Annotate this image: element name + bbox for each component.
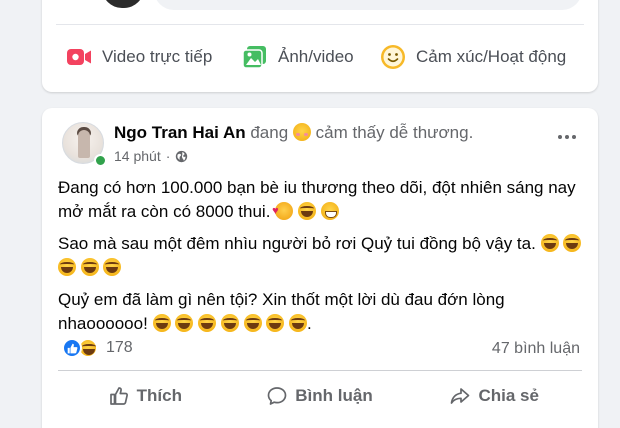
post-header: Ngo Tran Hai An đang cảm thấy dễ thương. xyxy=(114,123,473,143)
author-name[interactable]: Ngo Tran Hai An xyxy=(114,123,246,142)
laughing-emoji-icon xyxy=(243,314,262,332)
laughing-emoji-icon xyxy=(266,314,285,332)
laughing-emoji-icon xyxy=(220,314,239,332)
live-video-button[interactable]: Video trực tiếp xyxy=(66,38,212,76)
post-body: Đang có hơn 100.000 bạn bè iu thương the… xyxy=(58,176,582,344)
post-actions: Thích Bình luận Chia sẻ xyxy=(58,378,582,414)
comment-bubble-icon xyxy=(267,386,287,406)
live-video-label: Video trực tiếp xyxy=(102,47,213,66)
thumbs-up-icon xyxy=(109,386,129,406)
feed-post: Ngo Tran Hai An đang cảm thấy dễ thương.… xyxy=(42,108,598,428)
like-label: Thích xyxy=(136,386,182,405)
composer-divider xyxy=(56,24,584,25)
online-status-dot xyxy=(94,154,107,167)
like-reaction-icon xyxy=(62,338,82,358)
love-face-emoji-icon xyxy=(272,199,294,223)
post-paragraph: Quỷ em đã làm gì nên tội? Xin thốt một l… xyxy=(58,290,505,333)
composer-avatar[interactable] xyxy=(102,0,144,8)
feeling-activity-label: Cảm xúc/Hoạt động xyxy=(416,47,567,66)
photo-video-label: Ảnh/video xyxy=(278,47,354,66)
comment-label: Bình luận xyxy=(295,386,373,405)
reaction-summary[interactable]: 178 xyxy=(62,338,133,358)
feeling-activity-button[interactable]: Cảm xúc/Hoạt động xyxy=(380,38,566,76)
laughing-emoji-icon xyxy=(288,314,307,332)
laughing-emoji-icon xyxy=(103,258,122,276)
feeling-icon xyxy=(380,44,406,70)
laughing-emoji-icon xyxy=(175,314,194,332)
share-arrow-icon xyxy=(450,386,470,406)
post-time[interactable]: 14 phút xyxy=(114,148,161,164)
feeling-text[interactable]: cảm thấy dễ thương. xyxy=(316,123,474,142)
post-paragraph: Sao mà sau một đêm nhìu người bỏ rơi Quỷ… xyxy=(58,232,582,280)
comment-count[interactable]: 47 bình luận xyxy=(492,340,580,358)
post-paragraph: Đang có hơn 100.000 bạn bè iu thương the… xyxy=(58,176,582,224)
laughing-emoji-icon xyxy=(80,258,99,276)
post-more-options-button[interactable] xyxy=(552,122,582,152)
grinning-emoji-icon xyxy=(320,202,339,220)
reaction-count: 178 xyxy=(106,339,133,356)
share-label: Chia sẻ xyxy=(478,386,539,405)
laughing-emoji-icon xyxy=(297,202,316,220)
photo-video-button[interactable]: Ảnh/video xyxy=(242,38,354,76)
live-video-icon xyxy=(66,44,92,70)
comment-button[interactable]: Bình luận xyxy=(233,378,408,414)
globe-icon[interactable] xyxy=(175,150,188,163)
like-button[interactable]: Thích xyxy=(58,378,233,414)
feeling-prefix: đang xyxy=(250,123,289,142)
post-divider xyxy=(58,370,582,371)
composer-input[interactable] xyxy=(154,0,582,10)
post-meta: 14 phút · xyxy=(114,148,188,164)
laughing-emoji-icon xyxy=(152,314,171,332)
post-composer: Video trực tiếp Ảnh/video Cảm xúc/Hoạt đ… xyxy=(42,0,598,92)
laughing-emoji-icon xyxy=(563,234,582,252)
share-button[interactable]: Chia sẻ xyxy=(407,378,582,414)
meta-separator: · xyxy=(165,148,171,164)
laughing-emoji-icon xyxy=(58,258,76,276)
laughing-emoji-icon xyxy=(198,314,217,332)
cute-emoji-icon xyxy=(292,123,311,141)
composer-actions: Video trực tiếp Ảnh/video Cảm xúc/Hoạt đ… xyxy=(42,38,598,76)
laughing-emoji-icon xyxy=(540,234,559,252)
photo-icon xyxy=(242,44,268,70)
